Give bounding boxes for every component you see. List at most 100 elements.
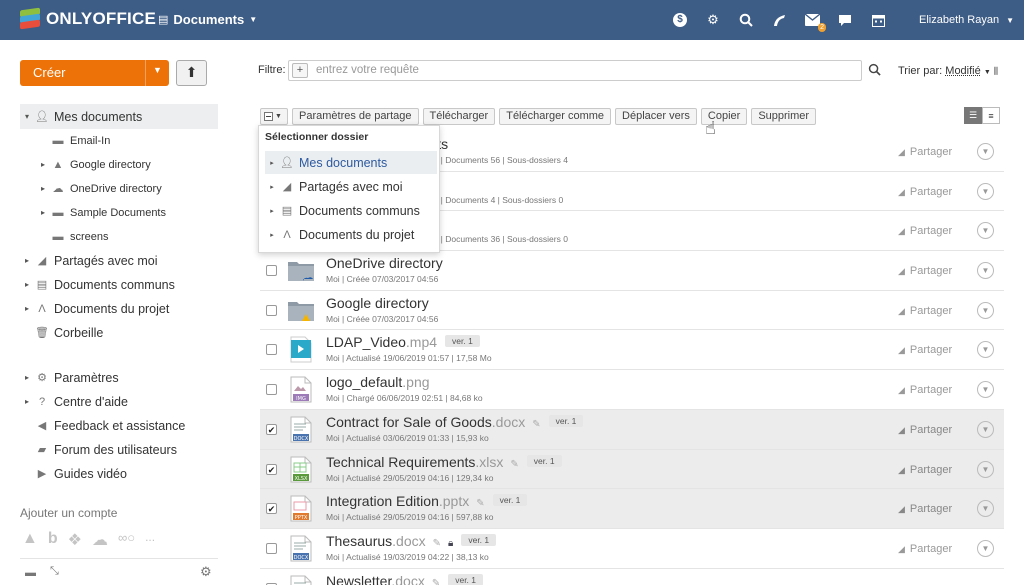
move-to-button[interactable]: Déplacer vers: [615, 108, 697, 125]
row-menu-icon[interactable]: ▼: [977, 540, 994, 557]
calendar-icon[interactable]: [869, 11, 887, 29]
file-row[interactable]: Google directory Moi | Créée 07/03/2017 0…: [260, 291, 1004, 331]
expand-arrow-icon[interactable]: ▸: [36, 184, 50, 193]
sidebar-item-forum-des-utilisateurs[interactable]: ▰ Forum des utilisateurs: [20, 437, 218, 462]
dropdown-item-mes-documents[interactable]: ▸ 👤︎ Mes documents: [265, 151, 437, 174]
gear-icon[interactable]: ⚙: [704, 11, 722, 29]
pencil-icon[interactable]: ✎: [432, 578, 440, 585]
upload-button[interactable]: ⬆: [176, 60, 207, 86]
row-menu-icon[interactable]: ▼: [977, 143, 994, 160]
search-icon[interactable]: [737, 11, 755, 29]
create-button[interactable]: Créer ▼: [20, 60, 169, 86]
file-title[interactable]: Newsletter: [326, 573, 391, 585]
version-badge[interactable]: ver. 1: [445, 335, 480, 347]
row-checkbox[interactable]: [266, 305, 277, 316]
onlyoffice-logo[interactable]: ONLYOFFICE: [20, 9, 156, 29]
sidebar-item-guides-vid-o[interactable]: ▶ Guides vidéo: [20, 461, 218, 486]
expand-icon[interactable]: ⤡: [50, 565, 59, 578]
filter-input[interactable]: + entrez votre requête: [288, 60, 862, 81]
add-filter-button[interactable]: +: [292, 63, 308, 78]
sort-order-icon[interactable]: ⫼: [994, 66, 998, 76]
expand-arrow-icon[interactable]: ▸: [20, 280, 34, 289]
file-row[interactable]: DOCX Newsletter.docx ✎ ver. 1: [260, 569, 1004, 585]
pencil-icon[interactable]: ✎: [510, 459, 518, 470]
expand-arrow-icon[interactable]: ▸: [36, 160, 50, 169]
share-button[interactable]: ◢ Partager: [898, 543, 952, 555]
sidebar-item-email-in[interactable]: ▬ Email-In: [20, 128, 218, 153]
row-menu-icon[interactable]: ▼: [977, 381, 994, 398]
version-badge[interactable]: ver. 1: [493, 494, 528, 506]
file-name[interactable]: Newsletter.docx ✎ ver. 1: [326, 573, 483, 585]
sort-value[interactable]: Modifié: [945, 65, 980, 77]
share-button[interactable]: ◢ Partager: [898, 305, 952, 317]
file-title[interactable]: logo_default: [326, 374, 402, 390]
dollar-icon[interactable]: $: [671, 11, 689, 29]
nextcloud-icon[interactable]: ∞○: [118, 530, 135, 550]
sidebar-item-partag-s-avec-moi[interactable]: ▸ ◢ Partagés avec moi: [20, 248, 218, 273]
expand-arrow-icon[interactable]: ▸: [36, 208, 50, 217]
share-button[interactable]: ◢ Partager: [898, 464, 952, 476]
sidebar-item-mes-documents[interactable]: ▾ 👤︎ Mes documents: [20, 104, 218, 129]
file-row[interactable]: OneDrive directory Moi | Créée 07/03/2017…: [260, 251, 1004, 291]
sharing-settings-button[interactable]: Paramètres de partage: [292, 108, 419, 125]
module-switcher[interactable]: ▤ Documents ▼: [158, 12, 257, 27]
dropdown-item-documents-du-projet[interactable]: ▸ Ʌ Documents du projet: [265, 223, 437, 246]
pencil-icon[interactable]: ✎: [433, 538, 441, 549]
share-button[interactable]: ◢ Partager: [898, 146, 952, 158]
sidebar-item-corbeille[interactable]: 🗑︎ Corbeille: [20, 320, 218, 345]
row-menu-icon[interactable]: ▼: [977, 500, 994, 517]
delete-button[interactable]: Supprimer: [751, 108, 816, 125]
box-icon[interactable]: b: [48, 530, 58, 550]
file-name[interactable]: logo_default.png: [326, 374, 430, 390]
row-checkbox[interactable]: ✔: [266, 464, 277, 475]
file-title[interactable]: Integration Edition: [326, 493, 439, 509]
row-menu-icon[interactable]: ▼: [977, 302, 994, 319]
row-checkbox[interactable]: ✔: [266, 424, 277, 435]
file-title[interactable]: Contract for Sale of Goods: [326, 414, 492, 430]
more-icon[interactable]: ...: [145, 530, 155, 550]
file-row[interactable]: DOCX Thesaurus.docx ✎ 🔒︎ ver. 1 Moi | Actuali…: [260, 529, 1004, 569]
row-menu-icon[interactable]: ▼: [977, 341, 994, 358]
row-checkbox[interactable]: [266, 344, 277, 355]
compact-view-icon[interactable]: ≡: [982, 107, 1000, 124]
share-button[interactable]: ◢ Partager: [898, 424, 952, 436]
file-title[interactable]: Thesaurus: [326, 533, 392, 549]
version-badge[interactable]: ver. 1: [549, 415, 584, 427]
mail-icon[interactable]: 2: [803, 11, 821, 29]
file-row[interactable]: LDAP_Video.mp4 ver. 1 Moi | Actualisé 19/0…: [260, 330, 1004, 370]
download-button[interactable]: Télécharger: [423, 108, 496, 125]
list-view-icon[interactable]: ☰: [964, 107, 982, 124]
share-button[interactable]: ◢ Partager: [898, 384, 952, 396]
file-name[interactable]: LDAP_Video.mp4 ver. 1: [326, 334, 480, 350]
file-title[interactable]: Technical Requirements: [326, 454, 475, 470]
expand-arrow-icon[interactable]: ▸: [20, 256, 34, 265]
chat-icon[interactable]: ▬: [25, 567, 36, 579]
dropbox-icon[interactable]: ❖: [68, 530, 82, 550]
caret-down-icon[interactable]: ▼: [145, 60, 169, 86]
feed-icon[interactable]: [770, 11, 788, 29]
download-as-button[interactable]: Télécharger comme: [499, 108, 611, 125]
row-checkbox[interactable]: [266, 265, 277, 276]
sidebar-item-sample-documents[interactable]: ▸ ▬ Sample Documents: [20, 200, 218, 225]
file-name[interactable]: OneDrive directory: [326, 255, 443, 271]
share-button[interactable]: ◢ Partager: [898, 503, 952, 515]
sidebar-item-param-tres[interactable]: ▸ ⚙ Paramètres: [20, 365, 218, 390]
select-all-checkbox[interactable]: ▼: [260, 108, 288, 125]
share-button[interactable]: ◢ Partager: [898, 344, 952, 356]
expand-arrow-icon[interactable]: ▸: [20, 373, 34, 382]
sidebar-item-feedback-et-assistance[interactable]: ◀ Feedback et assistance: [20, 413, 218, 438]
version-badge[interactable]: ver. 1: [527, 455, 562, 467]
user-menu[interactable]: Elizabeth Rayan ▼: [919, 14, 1014, 26]
sidebar-item-google-directory[interactable]: ▸ ▲ Google directory: [20, 152, 218, 177]
onedrive-icon[interactable]: ☁: [92, 530, 108, 550]
search-icon[interactable]: [868, 63, 881, 79]
dropdown-item-partag-s-avec-moi[interactable]: ▸ ◢ Partagés avec moi: [265, 175, 437, 198]
settings-icon[interactable]: ⚙: [200, 564, 212, 580]
file-name[interactable]: Integration Edition.pptx ✎ ver. 1: [326, 493, 527, 509]
share-button[interactable]: ◢ Partager: [898, 265, 952, 277]
file-title[interactable]: Google directory: [326, 295, 429, 311]
file-title[interactable]: LDAP_Video: [326, 334, 406, 350]
sidebar-item-documents-communs[interactable]: ▸ ▤ Documents communs: [20, 272, 218, 297]
share-button[interactable]: ◢ Partager: [898, 186, 952, 198]
row-menu-icon[interactable]: ▼: [977, 183, 994, 200]
